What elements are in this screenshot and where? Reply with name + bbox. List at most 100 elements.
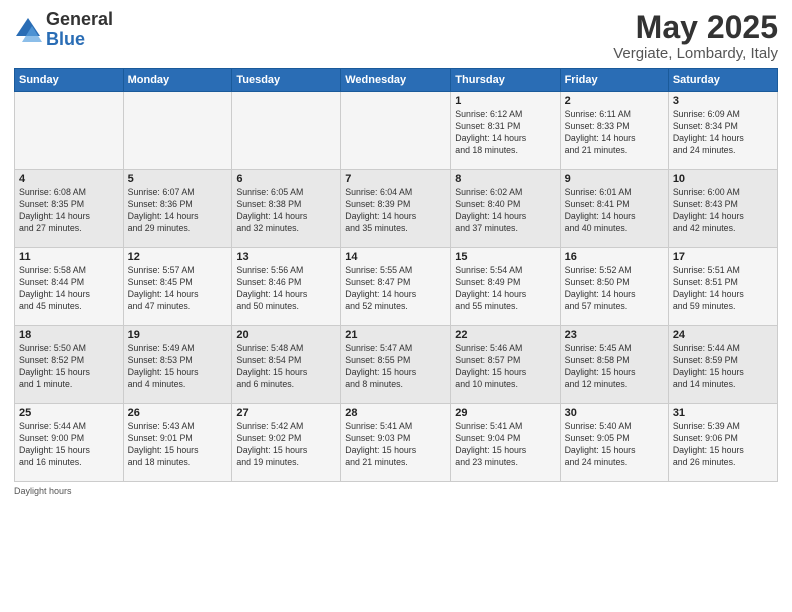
- day-info: Sunrise: 6:12 AM Sunset: 8:31 PM Dayligh…: [455, 109, 555, 157]
- day-info: Sunrise: 6:11 AM Sunset: 8:33 PM Dayligh…: [565, 109, 664, 157]
- calendar-cell: 8 Sunrise: 6:02 AM Sunset: 8:40 PM Daylig…: [451, 170, 560, 248]
- week-row-2: 4Sunrise: 6:08 AM Sunset: 8:35 PM Daylig…: [15, 170, 778, 248]
- day-number: 16: [565, 251, 664, 263]
- calendar-cell: 29 Sunrise: 5:41 AM Sunset: 9:04 PM Dayli…: [451, 404, 560, 482]
- calendar-cell: 30Sunrise: 5:40 AM Sunset: 9:05 PM Dayli…: [560, 404, 668, 482]
- logo-icon: [14, 16, 42, 44]
- calendar-cell: 12 Sunrise: 5:57 AM Sunset: 8:45 PM Dayli…: [123, 248, 232, 326]
- day-info: Sunrise: 5:54 AM Sunset: 8:49 PM Dayligh…: [455, 265, 555, 313]
- day-info: Sunrise: 5:52 AM Sunset: 8:50 PM Dayligh…: [565, 265, 664, 313]
- calendar-cell: 20 Sunrise: 5:48 AM Sunset: 8:54 PM Dayli…: [232, 326, 341, 404]
- main-title: May 2025: [613, 10, 778, 45]
- calendar-cell: [123, 92, 232, 170]
- day-info: Sunrise: 5:41 AM Sunset: 9:04 PM Dayligh…: [455, 421, 555, 469]
- day-info: Sunrise: 5:41 AM Sunset: 9:03 PM Dayligh…: [345, 421, 446, 469]
- day-number: 15: [455, 251, 555, 263]
- day-number: 30: [565, 407, 664, 419]
- day-number: 18: [19, 329, 119, 341]
- day-number: 5: [128, 173, 228, 185]
- day-number: 13: [236, 251, 336, 263]
- calendar-cell: 13 Sunrise: 5:56 AM Sunset: 8:46 PM Dayli…: [232, 248, 341, 326]
- day-number: 31: [673, 407, 773, 419]
- day-number: 3: [673, 95, 773, 107]
- day-number: 10: [673, 173, 773, 185]
- day-info: Sunrise: 5:39 AM Sunset: 9:06 PM Dayligh…: [673, 421, 773, 469]
- calendar-cell: 28 Sunrise: 5:41 AM Sunset: 9:03 PM Dayli…: [341, 404, 451, 482]
- calendar-cell: 10 Sunrise: 6:00 AM Sunset: 8:43 PM Dayli…: [668, 170, 777, 248]
- calendar-cell: 25Sunrise: 5:44 AM Sunset: 9:00 PM Dayli…: [15, 404, 124, 482]
- calendar-cell: 16 Sunrise: 5:52 AM Sunset: 8:50 PM Dayli…: [560, 248, 668, 326]
- calendar-cell: [15, 92, 124, 170]
- calendar-cell: 21Sunrise: 5:47 AM Sunset: 8:55 PM Dayli…: [341, 326, 451, 404]
- footer-text: Daylight hours: [14, 486, 72, 496]
- day-number: 29: [455, 407, 555, 419]
- calendar-cell: 9Sunrise: 6:01 AM Sunset: 8:41 PM Daylig…: [560, 170, 668, 248]
- logo-general: General: [46, 10, 113, 30]
- calendar-cell: 24 Sunrise: 5:44 AM Sunset: 8:59 PM Dayli…: [668, 326, 777, 404]
- col-header-saturday: Saturday: [668, 69, 777, 92]
- header-row: SundayMondayTuesdayWednesdayThursdayFrid…: [15, 69, 778, 92]
- calendar-cell: 31 Sunrise: 5:39 AM Sunset: 9:06 PM Dayli…: [668, 404, 777, 482]
- calendar-cell: 2 Sunrise: 6:11 AM Sunset: 8:33 PM Daylig…: [560, 92, 668, 170]
- calendar-cell: 4Sunrise: 6:08 AM Sunset: 8:35 PM Daylig…: [15, 170, 124, 248]
- logo-blue: Blue: [46, 30, 113, 50]
- week-row-1: 1 Sunrise: 6:12 AM Sunset: 8:31 PM Daylig…: [15, 92, 778, 170]
- day-info: Sunrise: 5:43 AM Sunset: 9:01 PM Dayligh…: [128, 421, 228, 469]
- col-header-monday: Monday: [123, 69, 232, 92]
- header: General Blue May 2025 Vergiate, Lombardy…: [14, 10, 778, 62]
- day-info: Sunrise: 5:50 AM Sunset: 8:52 PM Dayligh…: [19, 343, 119, 391]
- col-header-tuesday: Tuesday: [232, 69, 341, 92]
- day-number: 9: [565, 173, 664, 185]
- day-info: Sunrise: 5:42 AM Sunset: 9:02 PM Dayligh…: [236, 421, 336, 469]
- day-number: 4: [19, 173, 119, 185]
- day-info: Sunrise: 5:46 AM Sunset: 8:57 PM Dayligh…: [455, 343, 555, 391]
- day-number: 27: [236, 407, 336, 419]
- week-row-5: 25Sunrise: 5:44 AM Sunset: 9:00 PM Dayli…: [15, 404, 778, 482]
- day-number: 26: [128, 407, 228, 419]
- calendar-cell: 26 Sunrise: 5:43 AM Sunset: 9:01 PM Dayli…: [123, 404, 232, 482]
- day-number: 20: [236, 329, 336, 341]
- day-number: 17: [673, 251, 773, 263]
- calendar-table: SundayMondayTuesdayWednesdayThursdayFrid…: [14, 68, 778, 482]
- day-number: 24: [673, 329, 773, 341]
- week-row-3: 11Sunrise: 5:58 AM Sunset: 8:44 PM Dayli…: [15, 248, 778, 326]
- day-info: Sunrise: 5:57 AM Sunset: 8:45 PM Dayligh…: [128, 265, 228, 313]
- week-row-4: 18 Sunrise: 5:50 AM Sunset: 8:52 PM Dayli…: [15, 326, 778, 404]
- day-number: 1: [455, 95, 555, 107]
- day-number: 8: [455, 173, 555, 185]
- calendar-cell: 11Sunrise: 5:58 AM Sunset: 8:44 PM Dayli…: [15, 248, 124, 326]
- day-info: Sunrise: 6:02 AM Sunset: 8:40 PM Dayligh…: [455, 187, 555, 235]
- calendar-cell: 7Sunrise: 6:04 AM Sunset: 8:39 PM Daylig…: [341, 170, 451, 248]
- day-info: Sunrise: 5:44 AM Sunset: 9:00 PM Dayligh…: [19, 421, 119, 469]
- col-header-thursday: Thursday: [451, 69, 560, 92]
- day-info: Sunrise: 5:48 AM Sunset: 8:54 PM Dayligh…: [236, 343, 336, 391]
- day-info: Sunrise: 6:00 AM Sunset: 8:43 PM Dayligh…: [673, 187, 773, 235]
- col-header-friday: Friday: [560, 69, 668, 92]
- day-number: 6: [236, 173, 336, 185]
- calendar-cell: 27 Sunrise: 5:42 AM Sunset: 9:02 PM Dayli…: [232, 404, 341, 482]
- calendar-cell: 5 Sunrise: 6:07 AM Sunset: 8:36 PM Daylig…: [123, 170, 232, 248]
- col-header-sunday: Sunday: [15, 69, 124, 92]
- day-info: Sunrise: 6:07 AM Sunset: 8:36 PM Dayligh…: [128, 187, 228, 235]
- day-info: Sunrise: 5:56 AM Sunset: 8:46 PM Dayligh…: [236, 265, 336, 313]
- calendar-cell: 15 Sunrise: 5:54 AM Sunset: 8:49 PM Dayli…: [451, 248, 560, 326]
- logo-text: General Blue: [46, 10, 113, 50]
- day-info: Sunrise: 5:44 AM Sunset: 8:59 PM Dayligh…: [673, 343, 773, 391]
- footer: Daylight hours: [14, 486, 778, 496]
- day-info: Sunrise: 6:04 AM Sunset: 8:39 PM Dayligh…: [345, 187, 446, 235]
- day-number: 28: [345, 407, 446, 419]
- calendar-cell: 3Sunrise: 6:09 AM Sunset: 8:34 PM Daylig…: [668, 92, 777, 170]
- calendar-cell: 1 Sunrise: 6:12 AM Sunset: 8:31 PM Daylig…: [451, 92, 560, 170]
- col-header-wednesday: Wednesday: [341, 69, 451, 92]
- day-number: 2: [565, 95, 664, 107]
- title-block: May 2025 Vergiate, Lombardy, Italy: [613, 10, 778, 62]
- calendar-cell: [341, 92, 451, 170]
- day-info: Sunrise: 6:05 AM Sunset: 8:38 PM Dayligh…: [236, 187, 336, 235]
- calendar-cell: 14Sunrise: 5:55 AM Sunset: 8:47 PM Dayli…: [341, 248, 451, 326]
- day-number: 11: [19, 251, 119, 263]
- day-number: 23: [565, 329, 664, 341]
- calendar-cell: 23Sunrise: 5:45 AM Sunset: 8:58 PM Dayli…: [560, 326, 668, 404]
- calendar-cell: [232, 92, 341, 170]
- calendar-cell: 6 Sunrise: 6:05 AM Sunset: 8:38 PM Daylig…: [232, 170, 341, 248]
- day-number: 12: [128, 251, 228, 263]
